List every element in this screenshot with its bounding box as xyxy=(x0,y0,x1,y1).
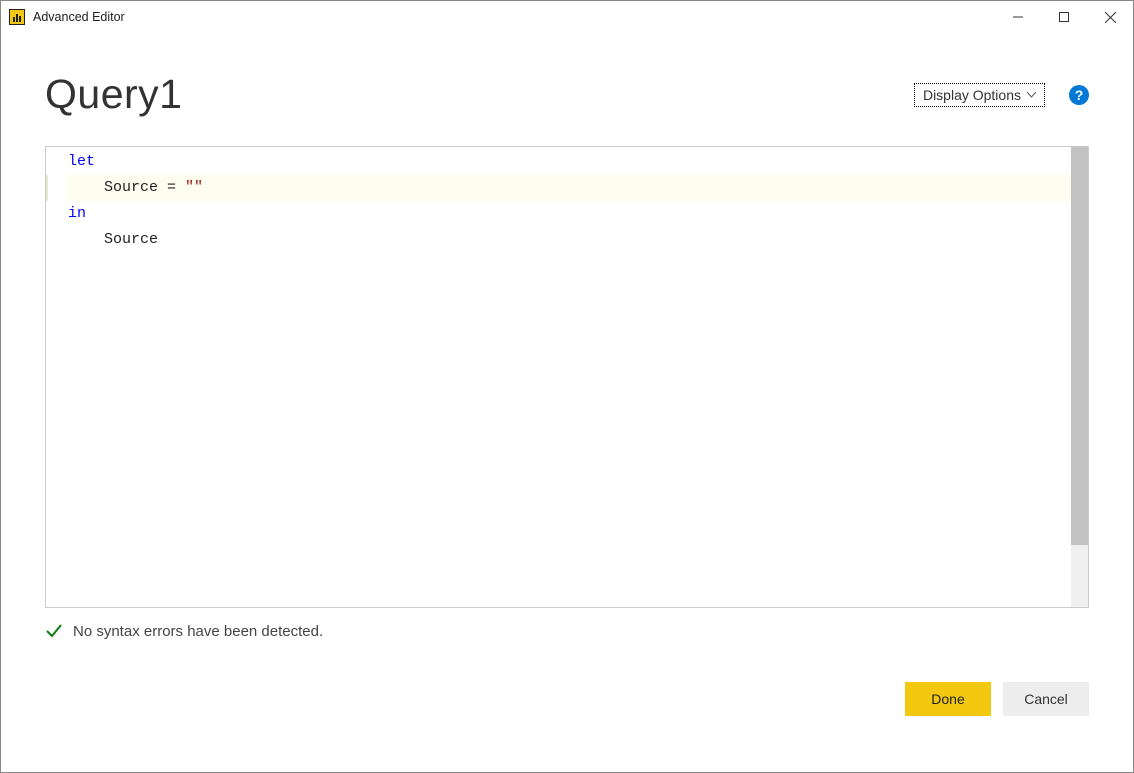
window-title: Advanced Editor xyxy=(33,10,125,24)
status-row: No syntax errors have been detected. xyxy=(45,622,1089,640)
display-options-dropdown[interactable]: Display Options xyxy=(914,83,1045,107)
code-line: in xyxy=(66,201,1088,227)
chevron-down-icon xyxy=(1027,92,1036,98)
display-options-label: Display Options xyxy=(923,87,1021,103)
button-row: Done Cancel xyxy=(45,682,1089,716)
header-row: Query1 Display Options ? xyxy=(45,71,1089,118)
checkmark-icon xyxy=(45,622,63,640)
code-line-current: Source = "" xyxy=(66,175,1088,201)
minimize-button[interactable] xyxy=(995,1,1041,33)
status-message: No syntax errors have been detected. xyxy=(73,623,323,640)
cancel-button[interactable]: Cancel xyxy=(1003,682,1089,716)
code-area[interactable]: let Source = "" in Source xyxy=(66,147,1088,607)
app-icon xyxy=(9,9,25,25)
help-icon[interactable]: ? xyxy=(1069,85,1089,105)
close-button[interactable] xyxy=(1087,1,1133,33)
code-line: Source xyxy=(66,227,1088,253)
code-editor[interactable]: let Source = "" in Source xyxy=(45,146,1089,608)
titlebar: Advanced Editor xyxy=(1,1,1133,33)
code-line: let xyxy=(66,149,1088,175)
maximize-button[interactable] xyxy=(1041,1,1087,33)
window-controls xyxy=(995,1,1133,33)
editor-gutter xyxy=(46,147,66,607)
scrollbar-vertical[interactable] xyxy=(1071,147,1088,607)
scrollbar-thumb[interactable] xyxy=(1071,147,1088,545)
done-button[interactable]: Done xyxy=(905,682,991,716)
query-title: Query1 xyxy=(45,71,182,118)
